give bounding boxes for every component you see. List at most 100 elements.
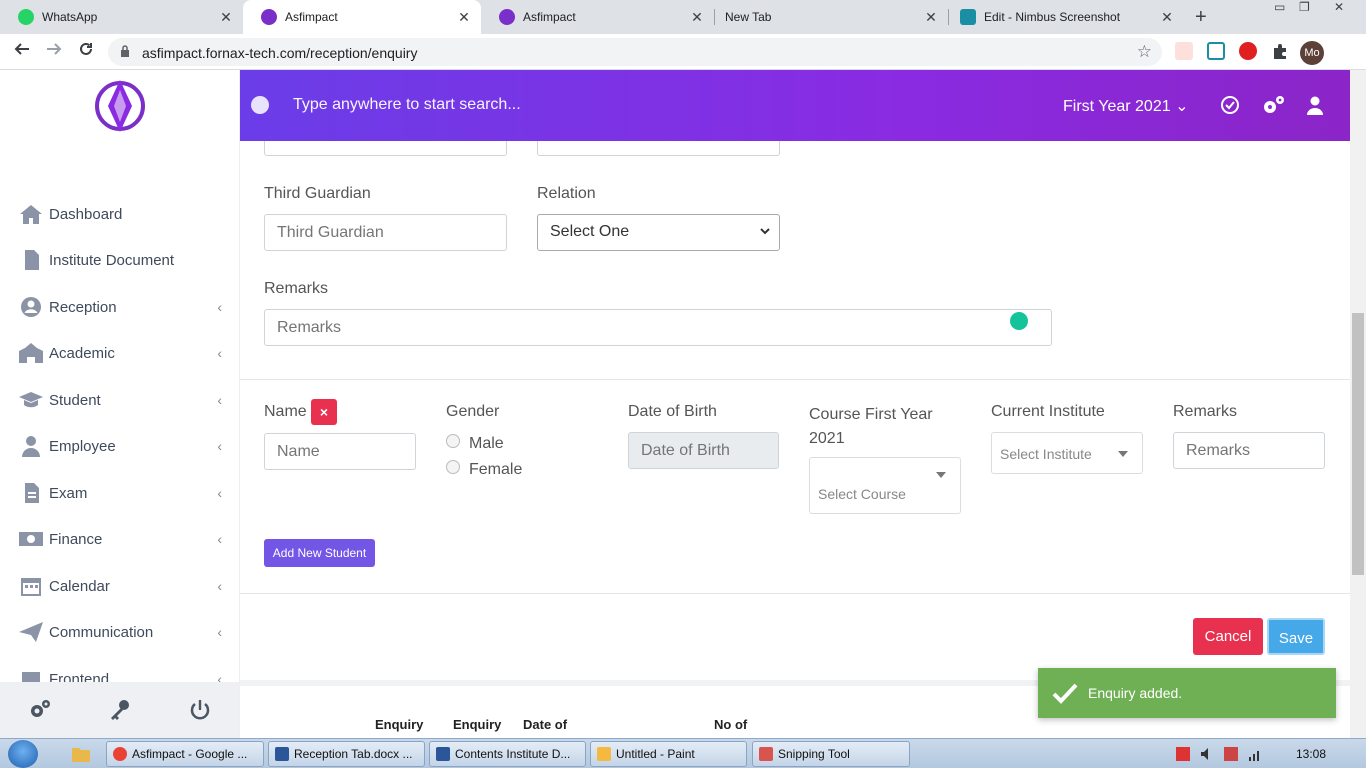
browser-tab-whatsapp[interactable]: WhatsApp ✕ [0, 0, 243, 34]
lock-icon [121, 45, 129, 57]
window-close-button[interactable]: ✕ [1334, 0, 1344, 18]
scrollbar-thumb[interactable] [1352, 313, 1364, 575]
chevron-left-icon: ‹ [217, 485, 222, 501]
third-guardian-label: Third Guardian [264, 185, 371, 202]
cancel-button[interactable]: Cancel [1193, 618, 1263, 655]
minimize-button[interactable]: ▭ [1274, 0, 1285, 18]
tray-network-warning-icon[interactable] [1224, 747, 1238, 761]
user-icon[interactable] [1305, 95, 1325, 115]
user-tie-icon [22, 436, 40, 457]
course-select[interactable]: Select Course [809, 457, 961, 514]
gender-male-radio[interactable] [446, 434, 460, 448]
address-bar[interactable]: asfimpact.fornax-tech.com/reception/enqu… [108, 38, 1162, 66]
save-button[interactable]: Save [1267, 618, 1325, 655]
new-tab-button[interactable]: + [1195, 6, 1207, 29]
asfimpact-favicon-icon [499, 9, 515, 25]
second-guardian-input[interactable]: Second Guardian Name [264, 141, 507, 156]
remarks-label: Remarks [264, 280, 329, 297]
student-remarks-input[interactable] [1173, 432, 1325, 469]
global-search-input[interactable]: Type anywhere to start search... [293, 96, 521, 114]
third-guardian-input[interactable] [264, 214, 507, 251]
back-arrow-icon[interactable] [10, 40, 34, 63]
sidebar-item-student[interactable]: Student ‹ [0, 380, 239, 420]
chevron-left-icon: ‹ [217, 438, 222, 454]
close-icon[interactable]: ✕ [690, 10, 704, 24]
profile-avatar[interactable]: Mo [1300, 41, 1324, 65]
check-circle-icon[interactable] [1220, 95, 1240, 115]
remarks-input[interactable] [264, 309, 1052, 346]
dob-input[interactable] [628, 432, 779, 469]
windows-start-icon[interactable] [8, 740, 38, 768]
grammarly-icon[interactable] [1010, 312, 1028, 330]
success-toast: Enquiry added. [1038, 668, 1336, 718]
checkmark-icon [1052, 683, 1078, 704]
adblock-extension-icon[interactable] [1239, 42, 1257, 60]
nimbus-extension-icon[interactable] [1207, 42, 1225, 60]
bookmark-star-icon[interactable]: ☆ [1137, 42, 1152, 62]
nimbus-icon [960, 9, 976, 25]
page-scrollbar[interactable] [1350, 70, 1366, 738]
table-header-cell: Date of [523, 717, 568, 732]
tab-label: New Tab [725, 10, 772, 24]
browser-tab-asfimpact[interactable]: Asfimpact ✕ [481, 0, 714, 34]
signal-bars-icon[interactable] [1248, 747, 1262, 761]
taskbar-item-word-reception[interactable]: Reception Tab.docx ... [268, 741, 425, 767]
sidebar-item-dashboard[interactable]: Dashboard [0, 194, 239, 234]
remove-student-button[interactable]: × [311, 399, 337, 425]
institute-select[interactable]: Select Institute [991, 432, 1143, 474]
volume-icon[interactable] [1200, 747, 1214, 761]
relation-label: Relation [537, 185, 596, 202]
close-icon[interactable]: ✕ [219, 10, 233, 24]
screen: WhatsApp ✕ Asfimpact ✕ Asfimpact ✕ New T… [0, 0, 1366, 768]
session-selector[interactable]: First Year 2021 ⌄ [1063, 96, 1188, 116]
paper-plane-icon [19, 622, 43, 642]
user-circle-icon [21, 297, 41, 317]
table-header-cell: Enquiry [453, 717, 502, 732]
student-name-label: Name [264, 403, 307, 420]
dob-label: Date of Birth [628, 403, 717, 420]
calendar-icon [21, 578, 41, 596]
key-icon[interactable] [108, 698, 132, 722]
caret-down-icon [1118, 451, 1128, 457]
back-circle-icon[interactable] [251, 96, 269, 114]
sidebar-item-finance[interactable]: Finance ‹ [0, 519, 239, 559]
taskbar-item-label: Reception Tab.docx ... [294, 747, 413, 761]
tab-label: Asfimpact [285, 10, 338, 24]
folder-icon[interactable] [72, 746, 90, 762]
browser-tab-new-tab[interactable]: New Tab ✕ [714, 0, 948, 34]
asfimpact-logo [95, 80, 145, 132]
sidebar-item-communication[interactable]: Communication ‹ [0, 612, 239, 652]
sidebar-item-calendar[interactable]: Calendar ‹ [0, 566, 239, 606]
add-new-student-button[interactable]: Add New Student [264, 539, 375, 567]
extension-icon[interactable] [1175, 42, 1193, 60]
puzzle-extensions-icon[interactable] [1271, 42, 1289, 60]
power-icon[interactable] [188, 698, 212, 722]
taskbar-item-word-contents[interactable]: Contents Institute D... [429, 741, 586, 767]
student-remarks-label: Remarks [1173, 403, 1238, 420]
cogs-icon[interactable] [1261, 95, 1285, 115]
close-icon[interactable]: ✕ [924, 10, 938, 24]
taskbar-item-paint[interactable]: Untitled - Paint [590, 741, 747, 767]
forward-arrow-icon[interactable] [42, 40, 66, 63]
browser-tab-nimbus[interactable]: Edit - Nimbus Screenshot ✕ [948, 0, 1184, 34]
home-icon [20, 205, 42, 224]
tray-security-icon[interactable] [1176, 747, 1190, 761]
second-relation-select[interactable]: Select One [537, 141, 780, 156]
sidebar-item-employee[interactable]: Employee ‹ [0, 426, 239, 466]
restore-button[interactable]: ❐ [1299, 0, 1310, 18]
settings-icon[interactable] [28, 698, 52, 722]
sidebar-item-institute-document[interactable]: Institute Document [0, 240, 239, 280]
taskbar-item-chrome[interactable]: Asfimpact - Google ... [106, 741, 264, 767]
close-icon[interactable]: ✕ [457, 10, 471, 24]
sidebar-item-reception[interactable]: Reception ‹ [0, 287, 239, 327]
relation-select[interactable]: Select One [537, 214, 780, 251]
reload-icon[interactable] [74, 40, 98, 63]
browser-tab-asfimpact-active[interactable]: Asfimpact ✕ [243, 0, 481, 34]
sidebar-item-academic[interactable]: Academic ‹ [0, 333, 239, 373]
taskbar-item-snipping-tool[interactable]: Snipping Tool [752, 741, 910, 767]
close-icon[interactable]: ✕ [1160, 10, 1174, 24]
gender-female-radio[interactable] [446, 460, 460, 474]
sidebar-item-exam[interactable]: Exam ‹ [0, 473, 239, 513]
student-name-input[interactable] [264, 433, 416, 470]
chevron-left-icon: ‹ [217, 299, 222, 315]
